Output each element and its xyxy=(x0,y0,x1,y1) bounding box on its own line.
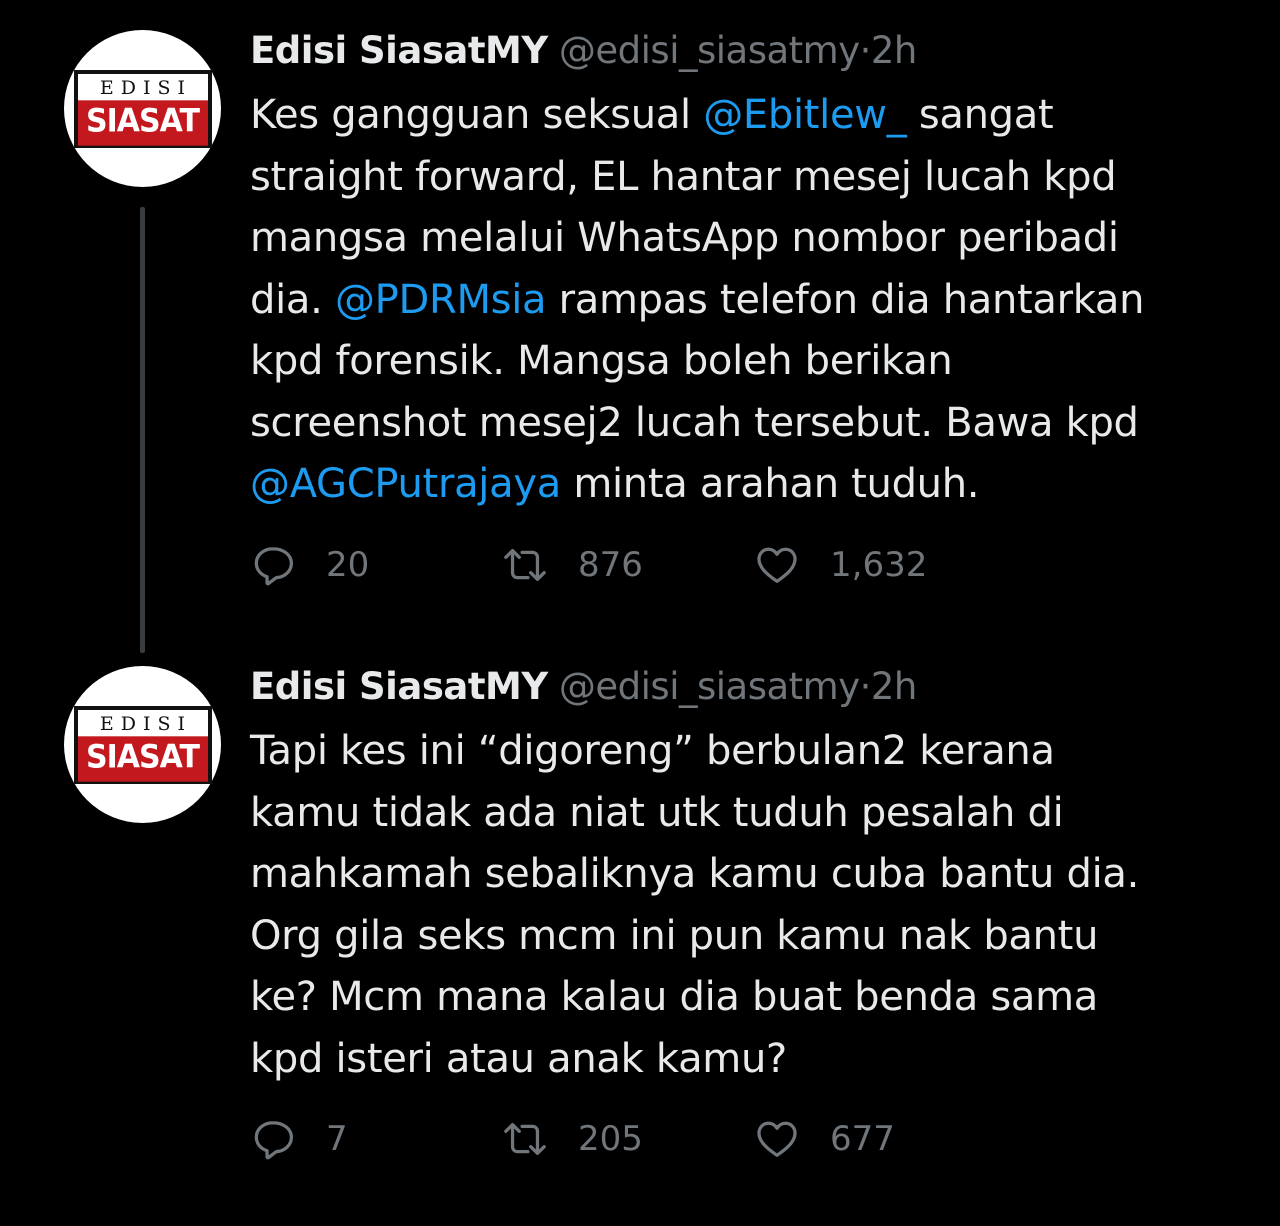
logo-top-text: EDISI xyxy=(99,76,193,99)
avatar[interactable]: EDISI SIASAT xyxy=(64,30,221,187)
retweet-button[interactable]: 205 xyxy=(502,1114,643,1164)
handle[interactable]: @edisi_siasatmy xyxy=(559,665,860,708)
timestamp[interactable]: 2h xyxy=(871,29,918,72)
retweet-button[interactable]: 876 xyxy=(502,540,643,590)
edisi-siasat-logo: EDISI SIASAT xyxy=(73,705,212,784)
timestamp[interactable]: 2h xyxy=(871,665,918,708)
heart-icon xyxy=(757,547,797,583)
mention-link[interactable]: @PDRMsia xyxy=(335,277,547,323)
reply-icon xyxy=(254,1121,294,1160)
retweet-icon xyxy=(504,548,546,582)
tweet-text-segment: Kes gangguan seksual xyxy=(250,92,704,138)
retweet-count: 876 xyxy=(578,545,643,585)
reply-count: 20 xyxy=(326,545,370,585)
display-name[interactable]: Edisi SiasatMY xyxy=(250,29,548,72)
mention-link[interactable]: @AGCPutrajaya xyxy=(250,461,561,507)
reply-count: 7 xyxy=(326,1119,348,1159)
handle[interactable]: @edisi_siasatmy xyxy=(559,29,860,72)
tweet-content: Edisi SiasatMY @edisi_siasatmy·2h Tapi k… xyxy=(250,662,1250,1090)
tweet-text: Kes gangguan seksual @Ebitlew_ sangat st… xyxy=(250,85,1250,516)
tweet-text-segment: Tapi kes ini “digoreng” berbulan2 kerana… xyxy=(250,728,1140,1082)
reply-button[interactable]: 7 xyxy=(250,1114,348,1164)
separator: · xyxy=(859,665,872,708)
like-button[interactable]: 1,632 xyxy=(754,540,927,590)
reply-button[interactable]: 20 xyxy=(250,540,369,590)
tweet-header: Edisi SiasatMY @edisi_siasatmy·2h xyxy=(250,662,1250,712)
display-name[interactable]: Edisi SiasatMY xyxy=(250,665,548,708)
tweet-1[interactable]: EDISI SIASAT Edisi SiasatMY @edisi_siasa… xyxy=(0,0,1280,640)
tweet-2[interactable]: EDISI SIASAT Edisi SiasatMY @edisi_siasa… xyxy=(0,640,1280,1226)
like-button[interactable]: 677 xyxy=(754,1114,895,1164)
retweet-icon xyxy=(504,1122,546,1156)
tweet-content: Edisi SiasatMY @edisi_siasatmy·2h Kes ga… xyxy=(250,26,1250,516)
like-count: 1,632 xyxy=(830,545,928,585)
retweet-count: 205 xyxy=(578,1119,643,1159)
logo-top-text: EDISI xyxy=(99,712,193,735)
tweet-text-segment: minta arahan tuduh. xyxy=(560,461,980,507)
tweet-text: Tapi kes ini “digoreng” berbulan2 kerana… xyxy=(250,721,1250,1090)
tweet-header: Edisi SiasatMY @edisi_siasatmy·2h xyxy=(250,26,1250,76)
edisi-siasat-logo: EDISI SIASAT xyxy=(73,69,212,148)
logo-bottom-text: SIASAT xyxy=(77,735,208,782)
heart-icon xyxy=(757,1121,797,1157)
separator: · xyxy=(859,29,872,72)
logo-bottom-text: SIASAT xyxy=(77,99,208,146)
mention-link[interactable]: @Ebitlew_ xyxy=(703,92,907,138)
like-count: 677 xyxy=(830,1119,895,1159)
reply-icon xyxy=(254,547,294,586)
avatar[interactable]: EDISI SIASAT xyxy=(64,666,221,823)
